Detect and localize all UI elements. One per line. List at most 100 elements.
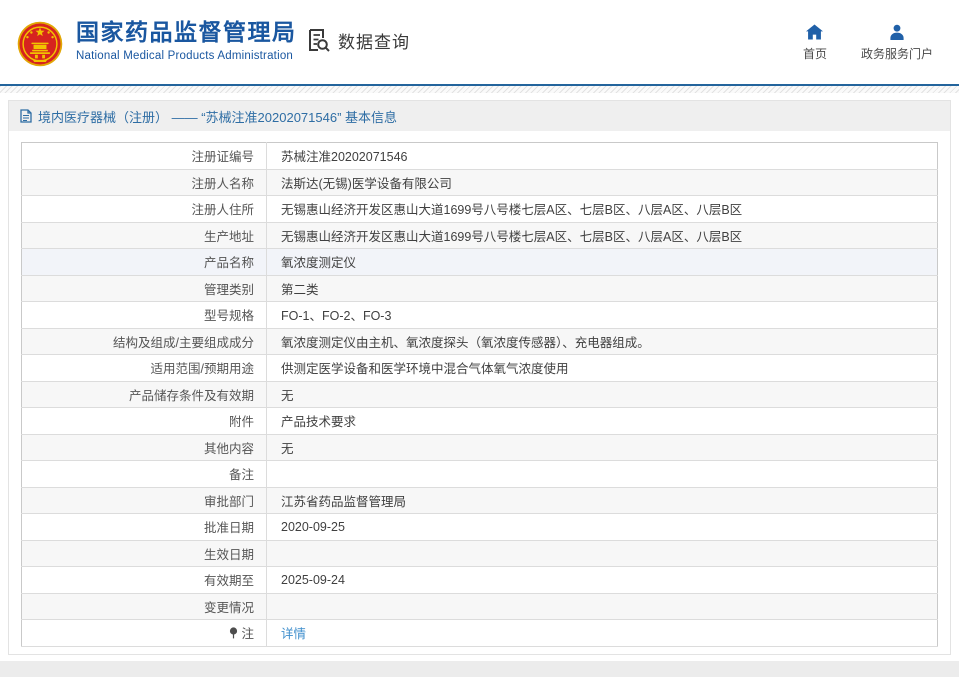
table-row: 产品储存条件及有效期 无 <box>22 381 938 408</box>
table-row: 其他内容 无 <box>22 434 938 461</box>
top-nav: 首页 政务服务门户 <box>803 24 933 62</box>
field-label-text: 审批部门 <box>204 495 254 509</box>
home-icon <box>806 24 823 40</box>
table-row: 生效日期 <box>22 540 938 567</box>
field-value-text: 苏械注准20202071546 <box>281 150 407 164</box>
field-label: 产品名称 <box>22 249 267 276</box>
data-query-label: 数据查询 <box>338 28 410 53</box>
brand[interactable]: 国家药品监督管理局 National Medical Products Admi… <box>17 18 297 67</box>
data-query-tab[interactable]: 数据查询 <box>305 27 410 53</box>
site-header: 国家药品监督管理局 National Medical Products Admi… <box>0 0 959 86</box>
field-value-text: 法斯达(无锡)医学设备有限公司 <box>281 177 452 191</box>
field-value <box>267 461 938 488</box>
table-row: 注册人名称 法斯达(无锡)医学设备有限公司 <box>22 169 938 196</box>
field-label-text: 注册人名称 <box>191 177 254 191</box>
brand-titles: 国家药品监督管理局 National Medical Products Admi… <box>76 18 297 62</box>
field-value: 无锡惠山经济开发区惠山大道1699号八号楼七层A区、七层B区、八层A区、八层B区 <box>267 196 938 223</box>
field-value: 第二类 <box>267 275 938 302</box>
header-hatch-strip <box>0 86 959 93</box>
table-row: 产品名称氧浓度测定仪 <box>22 249 938 276</box>
table-row: 注册证编号苏械注准20202071546 <box>22 143 938 170</box>
field-label: 生产地址 <box>22 222 267 249</box>
org-title-zh: 国家药品监督管理局 <box>76 18 297 47</box>
field-value: 氧浓度测定仪 <box>267 249 938 276</box>
field-label-text: 注册人住所 <box>191 203 254 217</box>
field-label-text: 结构及组成/主要组成成分 <box>113 336 254 350</box>
table-row: 审批部门江苏省药品监督管理局 <box>22 487 938 514</box>
table-row: 适用范围/预期用途 供测定医学设备和医学环境中混合气体氧气浓度使用 <box>22 355 938 382</box>
nav-gov-portal-label: 政务服务门户 <box>861 45 933 62</box>
user-icon <box>889 24 905 40</box>
field-value-text: 无 <box>281 442 294 456</box>
field-value: 产品技术要求 <box>267 408 938 435</box>
field-value: FO-1、FO-2、FO-3 <box>267 302 938 329</box>
field-value-text: 第二类 <box>281 283 319 297</box>
table-row: 附件 产品技术要求 <box>22 408 938 435</box>
field-value-text: 2025-09-24 <box>281 573 345 587</box>
registration-detail-table: 注册证编号苏械注准20202071546 注册人名称 法斯达(无锡)医学设备有限公司… <box>21 142 938 647</box>
field-label: 生效日期 <box>22 540 267 567</box>
field-label-text: 变更情况 <box>204 601 254 615</box>
table-row: 变更情况 <box>22 593 938 620</box>
field-label: 有效期至 <box>22 567 267 594</box>
field-value: 无 <box>267 381 938 408</box>
field-value: 江苏省药品监督管理局 <box>267 487 938 514</box>
field-label-text: 管理类别 <box>204 283 254 297</box>
page-title: 境内医疗器械（注册） —— “苏械注准20202071546” 基本信息 <box>38 107 397 126</box>
field-label-text: 批准日期 <box>204 521 254 535</box>
table-row: 注 详情 <box>22 620 938 647</box>
field-value-text: 氧浓度测定仪由主机、氧浓度探头（氧浓度传感器）、充电器组成。 <box>281 336 650 350</box>
org-title-en: National Medical Products Administration <box>76 50 297 62</box>
field-label: 备注 <box>22 461 267 488</box>
field-value-text: 供测定医学设备和医学环境中混合气体氧气浓度使用 <box>281 362 569 376</box>
field-value: 无锡惠山经济开发区惠山大道1699号八号楼七层A区、七层B区、八层A区、八层B区 <box>267 222 938 249</box>
nav-gov-portal[interactable]: 政务服务门户 <box>861 24 933 62</box>
breadcrumb: 境内医疗器械（注册） —— “苏械注准20202071546” 基本信息 <box>9 101 950 131</box>
field-value-text: 无锡惠山经济开发区惠山大道1699号八号楼七层A区、七层B区、八层A区、八层B区 <box>281 230 742 244</box>
field-label-text: 附件 <box>229 415 254 429</box>
field-value: 法斯达(无锡)医学设备有限公司 <box>267 169 938 196</box>
field-label-text: 适用范围/预期用途 <box>151 362 254 376</box>
field-label-text: 备注 <box>229 468 254 482</box>
field-label-text: 其他内容 <box>204 442 254 456</box>
table-row: 有效期至 2025-09-24 <box>22 567 938 594</box>
field-label: 结构及组成/主要组成成分 <box>22 328 267 355</box>
field-label: 附件 <box>22 408 267 435</box>
field-value-text: 产品技术要求 <box>281 415 356 429</box>
detail-table-body: 注册证编号苏械注准20202071546 注册人名称 法斯达(无锡)医学设备有限公司… <box>22 143 938 647</box>
detail-link[interactable]: 详情 <box>281 627 306 641</box>
field-value: 氧浓度测定仪由主机、氧浓度探头（氧浓度传感器）、充电器组成。 <box>267 328 938 355</box>
field-value: 2025-09-24 <box>267 567 938 594</box>
table-row: 注册人住所无锡惠山经济开发区惠山大道1699号八号楼七层A区、七层B区、八层A区… <box>22 196 938 223</box>
field-label-text: 注 <box>241 627 254 641</box>
field-label: 产品储存条件及有效期 <box>22 381 267 408</box>
nav-home-label: 首页 <box>803 45 827 62</box>
field-label: 注 <box>22 620 267 647</box>
field-label: 注册证编号 <box>22 143 267 170</box>
national-emblem-icon <box>17 21 63 67</box>
field-value: 详情 <box>267 620 938 647</box>
field-value: 供测定医学设备和医学环境中混合气体氧气浓度使用 <box>267 355 938 382</box>
field-label: 注册人名称 <box>22 169 267 196</box>
field-label-text: 有效期至 <box>204 574 254 588</box>
field-label: 管理类别 <box>22 275 267 302</box>
table-row: 管理类别 第二类 <box>22 275 938 302</box>
field-value-text: 无 <box>281 389 294 403</box>
field-value: 2020-09-25 <box>267 514 938 541</box>
field-value <box>267 593 938 620</box>
pin-icon <box>229 627 238 639</box>
field-label-text: 产品储存条件及有效期 <box>129 389 254 403</box>
field-label: 审批部门 <box>22 487 267 514</box>
field-value: 苏械注准20202071546 <box>267 143 938 170</box>
field-value-text: FO-1、FO-2、FO-3 <box>281 309 391 323</box>
footer-band <box>0 661 959 677</box>
table-row: 生产地址无锡惠山经济开发区惠山大道1699号八号楼七层A区、七层B区、八层A区、… <box>22 222 938 249</box>
field-label: 适用范围/预期用途 <box>22 355 267 382</box>
field-label-text: 生效日期 <box>204 548 254 562</box>
field-value <box>267 540 938 567</box>
table-row: 备注 <box>22 461 938 488</box>
field-value-text: 氧浓度测定仪 <box>281 256 356 270</box>
nav-home[interactable]: 首页 <box>803 24 827 62</box>
field-value: 无 <box>267 434 938 461</box>
field-label-text: 型号规格 <box>204 309 254 323</box>
